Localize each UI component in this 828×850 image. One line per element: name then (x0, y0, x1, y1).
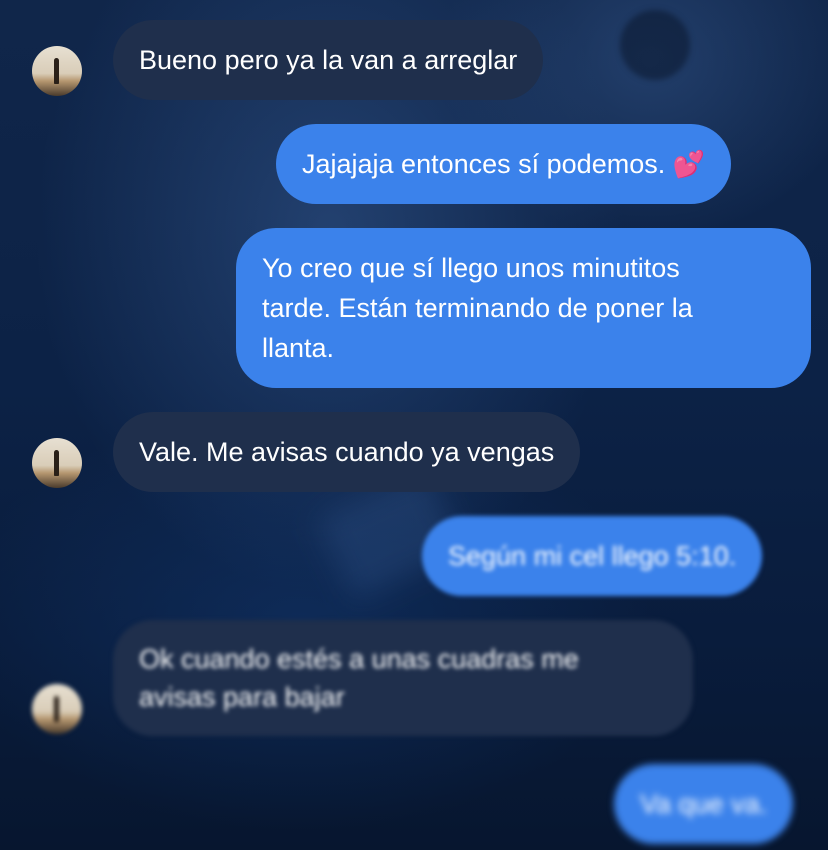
message-text-line: Ok cuando estés a unas cuadras me (139, 644, 579, 674)
background-shape (620, 10, 690, 80)
contact-avatar[interactable] (32, 684, 82, 734)
outgoing-message-bubble[interactable]: Yo creo que sí llego unos minutitos tard… (236, 228, 811, 388)
message-text-line: tarde. Están terminando de poner la (262, 293, 693, 323)
avatar-photo (54, 696, 59, 722)
outgoing-message-bubble[interactable]: Según mi cel llego 5:10. (422, 516, 763, 596)
avatar-photo (54, 58, 59, 84)
message-text-line: llanta. (262, 333, 335, 363)
message-text: Va que va. (640, 789, 768, 819)
incoming-message-bubble[interactable]: Ok cuando estés a unas cuadras me avisas… (113, 620, 693, 736)
chat-thread[interactable]: Bueno pero ya la van a arreglar Jajajaja… (0, 0, 828, 850)
outgoing-message-bubble[interactable]: Jajajaja entonces sí podemos. 💕 (276, 124, 732, 204)
message-text: Jajajaja entonces sí podemos. (302, 149, 666, 179)
incoming-message-bubble[interactable]: Vale. Me avisas cuando ya vengas (113, 412, 581, 492)
contact-avatar[interactable] (32, 46, 82, 96)
avatar-photo (54, 450, 59, 476)
incoming-message-bubble[interactable]: Bueno pero ya la van a arreglar (113, 20, 544, 100)
two-hearts-emoji: 💕 (672, 149, 706, 179)
message-text: Bueno pero ya la van a arreglar (139, 45, 518, 75)
outgoing-message-bubble[interactable]: Va que va. (614, 764, 794, 844)
message-text-line: avisas para bajar (139, 682, 345, 712)
message-text: Según mi cel llego 5:10. (448, 541, 737, 571)
message-text: Vale. Me avisas cuando ya vengas (139, 437, 555, 467)
contact-avatar[interactable] (32, 438, 82, 488)
message-text-line: Yo creo que sí llego unos minutitos (262, 253, 680, 283)
